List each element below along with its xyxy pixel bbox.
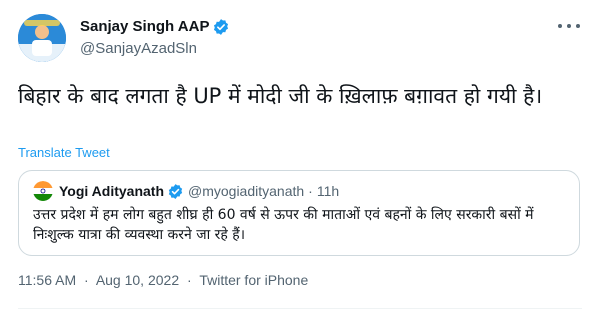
verified-badge-icon [168, 183, 183, 199]
author-name[interactable]: Sanjay Singh AAP [80, 17, 209, 37]
meta-separator: · [84, 272, 89, 288]
translate-tweet-link[interactable]: Translate Tweet [18, 145, 110, 160]
tweet-text: बिहार के बाद लगता है UP में मोदी जी के ख… [18, 84, 543, 108]
quoted-time[interactable]: 11h [317, 183, 339, 199]
more-options-icon[interactable] [558, 18, 580, 34]
india-flag-icon [33, 181, 53, 201]
quoted-tweet-header: Yogi Adityanath @myogiadityanath · 11h [33, 181, 339, 201]
divider [18, 308, 582, 309]
tweet-source[interactable]: Twitter for iPhone [199, 272, 308, 288]
tweet-date[interactable]: Aug 10, 2022 [96, 272, 179, 288]
quoted-author-name[interactable]: Yogi Adityanath [59, 183, 164, 199]
meta-separator: · [187, 272, 192, 288]
quoted-tweet-text: उत्तर प्रदेश में हम लोग बहुत शीघ्र ही 60… [33, 207, 534, 243]
quoted-separator: · [308, 183, 313, 199]
tweet-time[interactable]: 11:56 AM [18, 272, 76, 288]
quoted-tweet[interactable]: Yogi Adityanath @myogiadityanath · 11h उ… [18, 170, 580, 256]
author-avatar[interactable] [18, 14, 66, 62]
tweet-meta: 11:56 AM · Aug 10, 2022 · Twitter for iP… [18, 272, 308, 288]
quoted-author-handle[interactable]: @myogiadityanath [188, 183, 304, 199]
avatar-image [18, 14, 66, 62]
author-handle[interactable]: @SanjayAzadSln [80, 39, 197, 59]
author-name-row: Sanjay Singh AAP [80, 17, 230, 37]
verified-badge-icon [214, 19, 229, 35]
